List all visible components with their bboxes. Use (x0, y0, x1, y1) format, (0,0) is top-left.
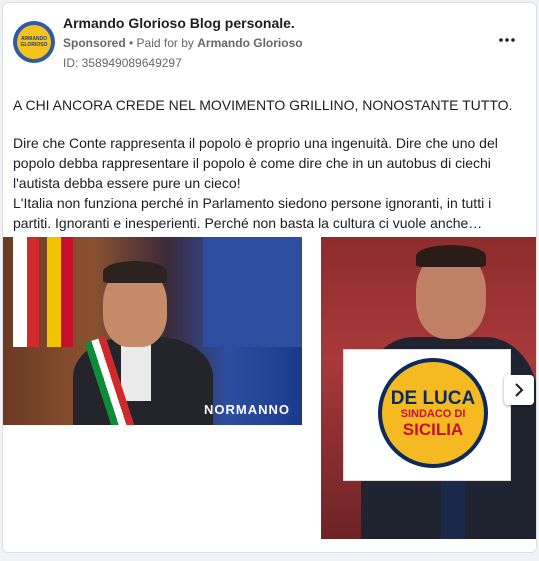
photo-person-shirt (121, 341, 151, 401)
campaign-logo: DE LUCA SINDACO DI SICILIA (378, 358, 488, 468)
sponsored-label: Sponsored (63, 36, 126, 50)
avatar-text-2: GLORIOSO (20, 42, 48, 48)
ad-post-card: ARMANDO GLORIOSO Armando Glorioso Blog p… (2, 2, 537, 553)
post-text-line: l'autista debba essere pure un cieco! (13, 175, 241, 191)
more-options-button[interactable] (496, 31, 518, 51)
photo-person-hair (416, 245, 486, 267)
post-title-line: A CHI ANCORA CREDE NEL MOVIMENTO GRILLIN… (13, 97, 513, 113)
paid-for-prefix: • Paid for by (125, 36, 198, 50)
page-avatar[interactable]: ARMANDO GLORIOSO (13, 21, 55, 63)
sponsored-line: Sponsored • Paid for by Armando Glorioso (63, 36, 303, 50)
ad-id: ID: 358949089649297 (63, 56, 182, 70)
sign-line-1: DE LUCA (390, 387, 476, 409)
chevron-right-icon (515, 383, 524, 397)
paid-for-name[interactable]: Armando Glorioso (197, 36, 302, 50)
carousel-next-button[interactable] (504, 375, 534, 405)
page-name-link[interactable]: Armando Glorioso Blog personale. (63, 15, 295, 31)
more-options-icon (499, 38, 515, 42)
post-text-line: popolo debba rappresentare il popolo è c… (13, 155, 491, 171)
post-text: A CHI ANCORA CREDE NEL MOVIMENTO GRILLIN… (13, 95, 528, 233)
campaign-sign: DE LUCA SINDACO DI SICILIA (343, 349, 511, 481)
sign-line-3: SICILIA (402, 419, 464, 439)
image-carousel: NORMANNO DE LUCA SINDACO DI SICILIA (3, 237, 536, 539)
image-watermark: NORMANNO (204, 402, 290, 417)
photo-person-hair (103, 261, 167, 283)
post-text-line: partiti. Ignoranti e inesperienti. Perch… (13, 215, 483, 231)
post-text-line: Dire che Conte rappresenta il popolo è p… (13, 135, 498, 151)
post-text-line: L'Italia non funziona perché in Parlamen… (13, 195, 492, 211)
carousel-image-1[interactable]: NORMANNO (3, 237, 302, 425)
avatar-logo: ARMANDO GLORIOSO (17, 25, 51, 59)
post-header: ARMANDO GLORIOSO Armando Glorioso Blog p… (3, 3, 536, 81)
sign-line-2: SINDACO DI (400, 407, 466, 420)
